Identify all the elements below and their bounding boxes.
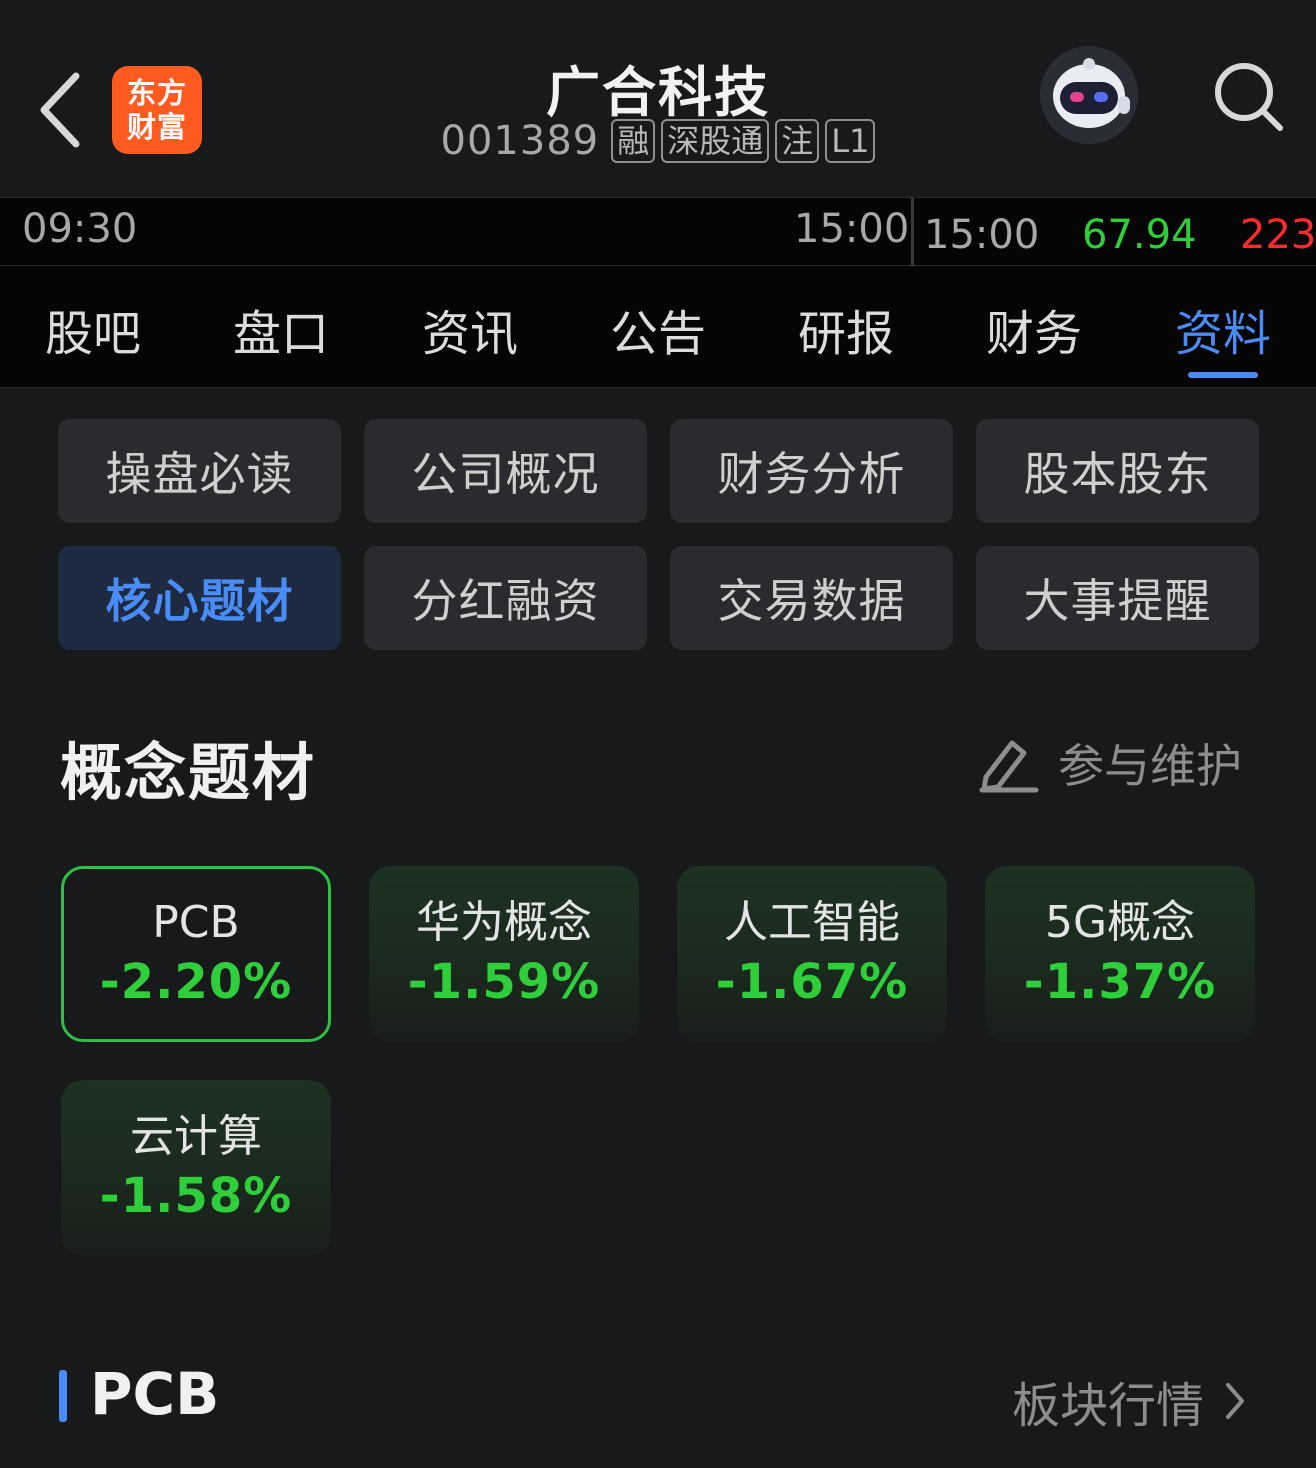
- tab-research[interactable]: 研报: [776, 294, 916, 364]
- latest-price: 67.94: [1082, 212, 1197, 258]
- maintain-label: 参与维护: [1058, 739, 1242, 793]
- concept-card-5g[interactable]: 5G概念 -1.37%: [985, 866, 1255, 1042]
- timebar-end: 15:00: [794, 206, 910, 252]
- concept-name: 华为概念: [416, 897, 592, 948]
- tab-news[interactable]: 资讯: [400, 294, 540, 364]
- concept-card-cloud[interactable]: 云计算 -1.58%: [61, 1080, 331, 1256]
- concept-change: -1.37%: [1023, 954, 1217, 1010]
- stock-profile-page: 东方 财富 广合科技 001389 融 深股通 注 L1 09:30 15:00…: [0, 0, 1316, 1468]
- robot-avatar-icon: [1040, 46, 1138, 144]
- tag-connect: 深股通: [661, 119, 770, 163]
- concepts-title: 概念题材: [60, 736, 317, 809]
- concept-card-ai[interactable]: 人工智能 -1.67%: [677, 866, 947, 1042]
- section-company-overview[interactable]: 公司概况: [364, 419, 647, 523]
- intraday-timebar[interactable]: 09:30 15:00 15:00 67.94 223: [0, 197, 1316, 267]
- concept-name: PCB: [152, 897, 240, 948]
- section-must-read[interactable]: 操盘必读: [58, 419, 341, 523]
- tab-finance[interactable]: 财务: [964, 294, 1104, 364]
- section-trading-data[interactable]: 交易数据: [670, 546, 953, 650]
- main-tabs: 股吧 盘口 资讯 公告 研报 财务 资料: [0, 266, 1316, 388]
- section-event-reminders[interactable]: 大事提醒: [976, 546, 1259, 650]
- concept-card-pcb[interactable]: PCB -2.20%: [61, 866, 331, 1042]
- section-shareholders[interactable]: 股本股东: [976, 419, 1259, 523]
- latest-time: 15:00: [924, 212, 1040, 258]
- search-button[interactable]: [1210, 58, 1286, 134]
- timebar-start: 09:30: [22, 206, 138, 252]
- sector-market-label: 板块行情: [1012, 1378, 1205, 1434]
- stock-code: 001389: [440, 118, 600, 164]
- sector-market-link[interactable]: 板块行情: [1012, 1366, 1246, 1436]
- section-marker: [59, 1370, 67, 1422]
- tag-margin: 融: [611, 119, 656, 163]
- concept-name: 5G概念: [1044, 897, 1196, 948]
- concept-card-huawei[interactable]: 华为概念 -1.59%: [369, 866, 639, 1042]
- tag-level: L1: [825, 119, 876, 163]
- active-tab-indicator: [1188, 372, 1258, 378]
- tab-announcements[interactable]: 公告: [588, 294, 728, 364]
- concept-change: -1.58%: [99, 1168, 293, 1224]
- section-dividends-financing[interactable]: 分红融资: [364, 546, 647, 650]
- tab-orderbook[interactable]: 盘口: [211, 294, 351, 364]
- edit-pen-icon: [979, 740, 1039, 793]
- timebar-divider: [911, 198, 914, 267]
- concept-change: -1.67%: [715, 954, 909, 1010]
- maintain-button[interactable]: 参与维护: [978, 730, 1242, 796]
- concept-change: -2.20%: [99, 954, 293, 1010]
- robot-assistant-button[interactable]: [1040, 46, 1138, 144]
- tag-registration: 注: [775, 119, 820, 163]
- tab-forum[interactable]: 股吧: [23, 294, 163, 364]
- chevron-right-icon: [1226, 1383, 1245, 1419]
- latest-volume: 223: [1240, 212, 1316, 258]
- concept-change: -1.59%: [407, 954, 601, 1010]
- tab-profile[interactable]: 资料: [1153, 294, 1293, 364]
- header: 东方 财富 广合科技 001389 融 深股通 注 L1: [0, 0, 1316, 197]
- concept-name: 云计算: [130, 1111, 262, 1162]
- search-icon: [1215, 63, 1283, 131]
- section-financial-analysis[interactable]: 财务分析: [670, 419, 953, 523]
- sector-title: PCB: [90, 1360, 220, 1428]
- section-core-themes[interactable]: 核心题材: [58, 546, 341, 650]
- concept-name: 人工智能: [724, 897, 900, 948]
